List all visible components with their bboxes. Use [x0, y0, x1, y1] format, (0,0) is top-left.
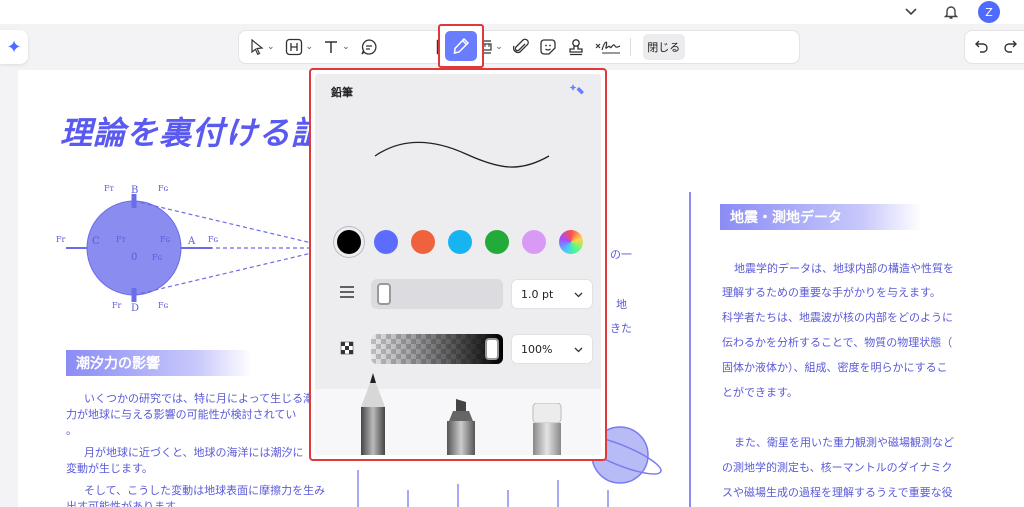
- thickness-slider[interactable]: [371, 279, 503, 309]
- label-fg-3: Fɢ: [208, 235, 219, 244]
- column-divider: [689, 192, 691, 507]
- seismic-section-heading: 地震・測地データ: [720, 204, 922, 230]
- thickness-value: 1.0 pt: [521, 287, 554, 301]
- opacity-value: 100%: [521, 342, 553, 356]
- opacity-slider[interactable]: [371, 334, 503, 364]
- thickness-icon: [339, 284, 355, 303]
- label-fg: Fɢ: [158, 184, 169, 193]
- pencil-tool-button[interactable]: [438, 24, 484, 68]
- highlighter-tool-option[interactable]: [443, 399, 479, 455]
- color-swatch[interactable]: [448, 230, 472, 254]
- paragraph-line: 変動が生じます。: [66, 462, 153, 475]
- history-controls: [964, 30, 1024, 64]
- ai-assistant-button[interactable]: ✦: [0, 30, 28, 64]
- color-swatch[interactable]: [337, 230, 361, 254]
- color-swatch[interactable]: [559, 230, 583, 254]
- label-C: C: [92, 236, 100, 247]
- color-swatch[interactable]: [522, 230, 546, 254]
- opacity-dropdown[interactable]: 100%: [511, 334, 593, 364]
- chevron-down-icon[interactable]: ⌄: [342, 42, 350, 52]
- stamp-tool-button[interactable]: [567, 33, 585, 61]
- chevron-down-icon[interactable]: ⌄: [306, 42, 314, 52]
- pencil-icon: [453, 37, 470, 54]
- sticker-tool-button[interactable]: [539, 33, 557, 61]
- toolbar-divider: [629, 38, 631, 56]
- top-bar: Z: [0, 0, 1024, 24]
- stroke-preview: [374, 141, 550, 168]
- label-fg-5: Fɢ: [158, 301, 169, 310]
- text-icon: [325, 41, 338, 53]
- label-B: B: [131, 185, 138, 196]
- sparkle-icon: ✦: [6, 36, 22, 58]
- middle-text-fragment: の一: [610, 248, 632, 261]
- paragraph-line: 。: [66, 424, 77, 437]
- undo-icon[interactable]: [975, 38, 989, 57]
- color-swatch[interactable]: [374, 230, 398, 254]
- label-O: 0: [131, 252, 137, 263]
- paragraph-line: 科学者たちは、地震波が核の内部をどのように: [722, 311, 953, 324]
- paragraph-line: とができます。: [722, 386, 798, 399]
- label-ft-2: Fт: [116, 235, 127, 244]
- sticker-icon: [540, 39, 556, 55]
- label-fr-2: Fr: [112, 301, 122, 310]
- paragraph-line: また、衛星を用いた重力観測や磁場観測など: [734, 436, 954, 449]
- force-diagram: B D C A 0 Fт Fɢ Fr Fт Fɢ Fɢ Fɢ Fr Fɢ: [56, 184, 317, 314]
- paragraph-line: 理解するための重要な手がかりを与えます。: [722, 286, 941, 299]
- paragraph-line: スや磁場生成の過程を理解するうえで重要な役: [722, 486, 953, 499]
- cursor-icon: [251, 39, 264, 55]
- pencil-settings-panel: 鉛筆 1.0 pt 100%: [315, 74, 601, 455]
- comment-icon: [361, 39, 377, 55]
- eraser-tool-option[interactable]: [529, 403, 565, 455]
- paragraph-line: 伝わるかを分析することで、物質の物理状態（: [722, 336, 953, 349]
- pencil-tool-option[interactable]: [357, 373, 389, 455]
- paragraph-line: 固体か液体か）、組成、密度を明らかにするこ: [722, 361, 948, 374]
- chevron-down-icon[interactable]: [902, 3, 920, 21]
- annotation-toolbar: ⌄ ⌄ ⌄ ⌄ ⌄ 閉じる: [238, 30, 800, 64]
- avatar[interactable]: Z: [978, 1, 1000, 23]
- ai-icon[interactable]: [569, 82, 587, 100]
- signature-icon: [595, 41, 621, 54]
- paragraph-line: 地震学的データは、地球内部の構造や性質を: [734, 262, 954, 275]
- color-swatch[interactable]: [411, 230, 435, 254]
- close-toolbar-button[interactable]: 閉じる: [642, 34, 685, 60]
- select-tool-button[interactable]: ⌄: [250, 33, 275, 61]
- pencil-tool-active: [445, 31, 477, 61]
- color-swatch[interactable]: [485, 230, 509, 254]
- paragraph-line: 力が地球に与える影響の可能性が検討されてい: [66, 408, 297, 421]
- comment-tool-button[interactable]: [360, 33, 378, 61]
- label-fg-4: Fɢ: [152, 253, 163, 262]
- label-A: A: [187, 236, 196, 247]
- attach-tool-button[interactable]: [512, 33, 529, 61]
- chevron-down-icon: [574, 343, 583, 356]
- label-fr: Fr: [56, 235, 66, 244]
- middle-text-fragment: 地: [616, 298, 627, 311]
- paragraph-line: 出す可能性があります。: [66, 500, 186, 507]
- highlight-tool-button[interactable]: ⌄: [285, 33, 314, 61]
- pen-type-selector: [315, 373, 601, 455]
- highlight-box-icon: [285, 38, 302, 56]
- chevron-down-icon: [574, 288, 583, 301]
- label-fg-2: Fɢ: [160, 235, 171, 244]
- paperclip-icon: [512, 38, 529, 54]
- chart-lines-graphic: [357, 470, 609, 507]
- page-title: 理論を裏付ける証: [60, 114, 325, 152]
- thickness-slider-handle[interactable]: [377, 283, 392, 305]
- label-D: D: [131, 303, 139, 314]
- opacity-icon: [339, 340, 355, 360]
- signature-tool-button[interactable]: [595, 33, 621, 61]
- text-tool-button[interactable]: ⌄: [323, 33, 350, 61]
- middle-text-fragment: きた: [610, 322, 632, 335]
- label-ft: Fт: [104, 184, 115, 193]
- redo-icon[interactable]: [1003, 38, 1017, 57]
- popup-title: 鉛筆: [331, 86, 353, 99]
- tidal-section-heading: 潮汐力の影響: [66, 350, 252, 376]
- chevron-down-icon[interactable]: ⌄: [495, 42, 503, 52]
- bell-icon[interactable]: [942, 3, 960, 21]
- chevron-down-icon[interactable]: ⌄: [267, 42, 275, 52]
- thickness-dropdown[interactable]: 1.0 pt: [511, 279, 593, 309]
- pencil-settings-popup: 鉛筆 1.0 pt 100%: [309, 68, 607, 461]
- opacity-slider-handle[interactable]: [485, 338, 499, 360]
- paragraph-line: の測地学的測定も、核ーマントルのダイナミク: [722, 461, 953, 474]
- stamp-icon: [569, 39, 583, 56]
